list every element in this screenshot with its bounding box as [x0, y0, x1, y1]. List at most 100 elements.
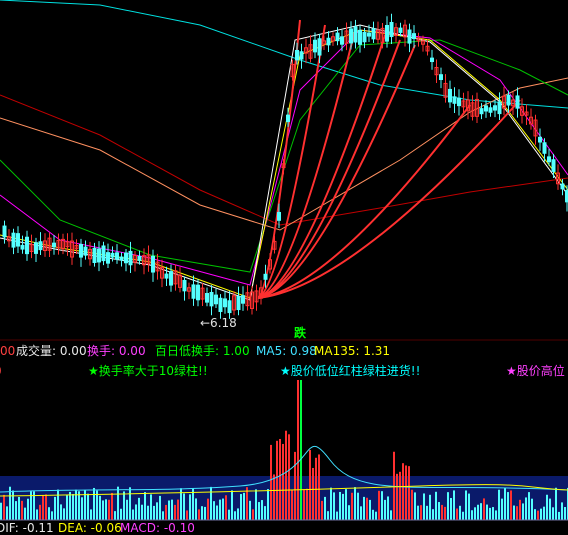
- candle-body: [548, 157, 551, 162]
- volume-bar: [498, 490, 500, 520]
- volume-bar: [288, 434, 290, 520]
- volume-bar: [0, 503, 2, 520]
- volume-bar: [141, 505, 143, 520]
- candle-body: [516, 96, 519, 108]
- volume-bar: [345, 489, 347, 520]
- candle-body: [237, 296, 240, 309]
- candle-body: [543, 143, 546, 153]
- macd-value: MACD: -0.10: [120, 521, 195, 535]
- candle-body: [17, 234, 20, 246]
- candle-body: [318, 39, 321, 55]
- volume-bar: [111, 493, 113, 520]
- volume-bar: [354, 487, 356, 520]
- candle-body: [453, 97, 456, 103]
- volume-bar: [465, 490, 467, 520]
- stock-chart: [0, 0, 568, 532]
- volume-bar: [102, 500, 104, 520]
- volume-bar: [114, 511, 116, 520]
- candle-body: [228, 301, 231, 313]
- volume-bar: [495, 510, 497, 520]
- volume-bar: [279, 439, 281, 520]
- signal-label-fall: 跌: [294, 326, 306, 340]
- volume-bar: [150, 494, 152, 520]
- candle-body: [480, 109, 483, 114]
- volume-bar: [27, 499, 29, 520]
- volume-bar: [402, 463, 404, 520]
- volume-bar: [333, 492, 335, 520]
- volume-bar: [543, 507, 545, 520]
- candle-body: [107, 253, 110, 264]
- volume-bar: [492, 507, 494, 520]
- volume-bar: [117, 487, 119, 520]
- volume-bar: [282, 444, 284, 520]
- volume-bar: [270, 445, 272, 520]
- macd-header: DIF: -0.11 DEA: -0.06 MACD: -0.10: [0, 521, 568, 535]
- volume-bar: [408, 466, 410, 520]
- volume-bar: [384, 500, 386, 520]
- ma135-value: MA135: 1.31: [314, 344, 390, 358]
- volume-bar: [204, 507, 206, 520]
- volume-bar: [360, 506, 362, 520]
- volume-bar: [456, 509, 458, 520]
- volume-bar: [207, 499, 209, 520]
- candle-body: [192, 285, 195, 298]
- candle-body: [507, 95, 510, 105]
- candle-body: [449, 89, 452, 101]
- volume-bar: [153, 506, 155, 520]
- volume-bar: [483, 498, 485, 520]
- signal-high-price: ★股价高位: [506, 364, 565, 378]
- candle-body: [183, 280, 186, 290]
- volume-bar: [375, 512, 377, 520]
- volume-bar: [312, 468, 314, 520]
- candle-body: [224, 299, 227, 307]
- volume-bar: [48, 507, 50, 520]
- ma-line-cyan: [0, 0, 568, 108]
- volume-bar: [189, 494, 191, 520]
- volume-bar: [342, 494, 344, 520]
- volume-bar: [504, 488, 506, 520]
- volume-bar: [537, 511, 539, 520]
- low-price-label: ←6.18: [200, 316, 237, 330]
- volume-bar: [459, 506, 461, 520]
- volume-bar: [387, 496, 389, 520]
- candle-body: [327, 38, 330, 45]
- candle-body: [165, 274, 168, 278]
- volume-bar: [468, 494, 470, 520]
- volume-bar: [513, 506, 515, 520]
- volume-bar: [405, 465, 407, 520]
- candle-body: [552, 160, 555, 172]
- candle-body: [431, 58, 434, 61]
- volume-bar: [126, 500, 128, 520]
- candle-body: [152, 256, 155, 272]
- volume-bar: [246, 487, 248, 520]
- candle-body: [197, 285, 200, 300]
- volume-bar: [147, 506, 149, 520]
- volume-bar: [285, 431, 287, 520]
- candle-body: [336, 33, 339, 41]
- volume-bar: [237, 508, 239, 520]
- candle-body: [498, 102, 501, 113]
- signal-left-mark: 0: [0, 364, 2, 378]
- volume-bar: [18, 497, 20, 520]
- volume-bar: [57, 490, 59, 520]
- volume-bar: [276, 441, 278, 520]
- candle-body: [39, 242, 42, 250]
- volume-bar: [522, 503, 524, 520]
- volume-bar: [534, 509, 536, 520]
- candle-body: [125, 253, 128, 263]
- candle-body: [300, 52, 303, 59]
- volume-bar: [231, 490, 233, 520]
- candle-body: [170, 272, 173, 286]
- volume-bar: [531, 499, 533, 520]
- volume-bar: [366, 498, 368, 520]
- candle-body: [296, 50, 299, 59]
- volume-bar: [21, 501, 23, 520]
- candle-body: [314, 40, 317, 52]
- volume-bar: [561, 502, 563, 520]
- volume-bar: [441, 505, 443, 520]
- candle-body: [354, 27, 357, 42]
- volume-bar: [6, 506, 8, 520]
- volume-bar: [429, 495, 431, 520]
- volume-bar: [138, 498, 140, 520]
- volume-bar: [12, 491, 14, 520]
